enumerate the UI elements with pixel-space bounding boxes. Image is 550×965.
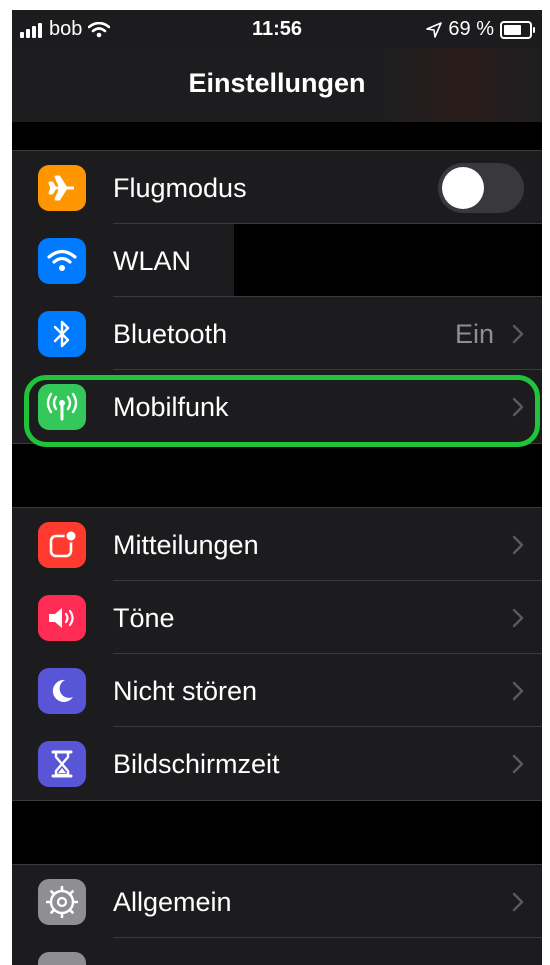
status-right: 69 % <box>426 18 535 41</box>
settings-row-label: Bildschirmzeit <box>113 749 280 779</box>
chevron-right-icon <box>512 754 524 774</box>
speaker-icon <box>49 608 74 628</box>
settings-row-nicht-stoeren[interactable]: Nicht stören <box>12 654 542 727</box>
flugmodus-toggle[interactable] <box>438 163 524 213</box>
partially-visible-row-icon <box>38 952 86 965</box>
general-tile <box>38 879 86 925</box>
settings-row-allgemein[interactable]: Allgemein <box>12 865 542 938</box>
battery-icon <box>500 20 535 39</box>
settings-row-label: Flugmodus <box>113 173 247 203</box>
toggle-knob <box>442 167 484 209</box>
settings-row-bildschirmzeit[interactable]: Bildschirmzeit <box>12 727 542 800</box>
settings-row-mitteilungen[interactable]: Mitteilungen <box>12 508 542 581</box>
chevron-right-icon <box>512 892 524 912</box>
location-arrow-icon <box>426 21 443 38</box>
settings-row-mobilfunk[interactable]: Mobilfunk <box>12 370 542 443</box>
do-not-disturb-tile <box>38 668 86 714</box>
settings-row-label: Bluetooth <box>113 319 228 349</box>
hourglass-icon <box>51 750 73 778</box>
page-title: Einstellungen <box>188 68 366 98</box>
settings-group-notifications: Mitteilungen Töne Nicht stören Bildschir… <box>12 507 542 801</box>
sounds-tile <box>38 595 86 641</box>
chevron-right-icon <box>512 324 524 344</box>
antenna-tile <box>38 384 86 430</box>
settings-row-label: Mitteilungen <box>113 530 259 560</box>
settings-row-label: Töne <box>113 603 175 633</box>
navigation-bar: Einstellungen <box>12 48 542 122</box>
wifi-tile <box>38 238 86 284</box>
notifications-icon <box>49 530 77 558</box>
chevron-right-icon <box>512 535 524 555</box>
airplane-icon <box>48 175 74 201</box>
battery-percentage: 69 % <box>448 18 494 40</box>
settings-row-label: Allgemein <box>113 887 232 917</box>
settings-row-bluetooth[interactable]: Bluetooth Ein <box>12 297 542 370</box>
settings-row-value: Ein <box>454 319 494 349</box>
wifi-icon <box>47 249 77 271</box>
antenna-icon <box>46 392 78 421</box>
settings-row-flugmodus[interactable]: Flugmodus <box>12 151 542 224</box>
status-bar: bob 11:56 69 % <box>12 10 542 48</box>
settings-row-toene[interactable]: Töne <box>12 581 542 654</box>
settings-row-label: Nicht stören <box>113 676 258 706</box>
settings-row-wlan[interactable]: WLAN <box>12 224 542 297</box>
moon-icon <box>52 679 73 702</box>
notifications-tile <box>38 522 86 568</box>
settings-group-general: Allgemein <box>12 864 542 965</box>
airplane-tile <box>38 165 86 211</box>
screen-time-tile <box>38 741 86 787</box>
settings-screen: bob 11:56 69 % Einstellungen Flugmodus W… <box>12 10 542 965</box>
chevron-right-icon <box>512 608 524 628</box>
settings-group-connectivity: Flugmodus WLAN Bluetooth Ein Mobilfunk <box>12 150 542 444</box>
chevron-right-icon <box>512 397 524 417</box>
bluetooth-icon <box>53 320 70 348</box>
gear-icon <box>46 886 78 918</box>
settings-row-label: WLAN <box>113 246 192 276</box>
bluetooth-tile <box>38 311 86 357</box>
chevron-right-icon <box>512 681 524 701</box>
redacted-value <box>234 224 542 297</box>
settings-row-label: Mobilfunk <box>113 392 229 422</box>
